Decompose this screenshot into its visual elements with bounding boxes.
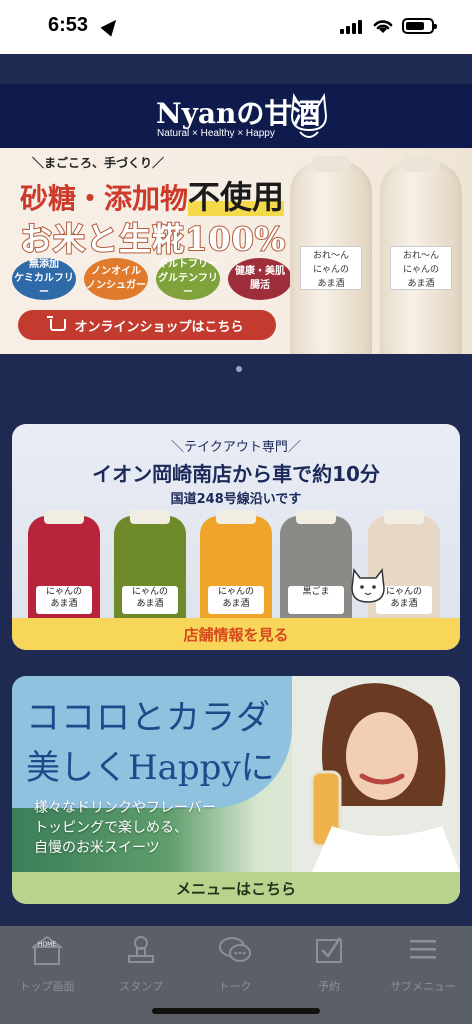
store-info-button[interactable]: 店舗情報を見る <box>12 618 460 650</box>
badge-guilt-free: ギルトフリー グルテンフリー <box>156 258 220 300</box>
tab-label-top: トップ画面 <box>19 980 75 993</box>
menu-description: 様々なドリンクやフレーバー トッピングで楽しめる、 自慢のお米スイーツ <box>34 800 216 856</box>
menu-card[interactable]: ココロとカラダ 美しくHappyに 様々なドリンクやフレーバー トッピングで楽し… <box>12 676 460 904</box>
tab-label-submenu: サブメニュー <box>390 980 456 993</box>
takeout-subtitle: 国道248号線沿いです <box>170 492 302 507</box>
bottle-label: おれ〜ん にゃんの あま酒 <box>300 246 362 290</box>
hamburger-icon <box>410 940 436 959</box>
jar-image-black-sesame: 黒ごま <box>280 510 352 634</box>
tab-label-stamp: スタンプ <box>119 980 163 993</box>
hero-subheadline: お米と生糀100% <box>19 219 287 259</box>
badge-healthy: 健康・美肌 腸活 <box>228 258 292 300</box>
jar-label: にゃんの あま酒 <box>208 586 264 614</box>
calendar-check-icon <box>316 937 342 963</box>
chat-icon <box>219 937 251 962</box>
hero-headline-red: 砂糖・添加物 <box>20 182 189 215</box>
wifi-icon <box>373 20 393 33</box>
jar-label: にゃんの あま酒 <box>36 586 92 614</box>
stamp-icon <box>128 936 154 963</box>
logo-subtitle: Natural × Healthy × Happy <box>157 128 275 139</box>
online-shop-button[interactable]: オンラインショップはこちら <box>18 310 276 340</box>
woman-drinking-photo <box>292 676 460 872</box>
tab-submenu[interactable]: サブメニュー <box>376 934 470 1000</box>
status-time: 6:53 <box>48 14 89 36</box>
header-logo-band: Nyanの甘酒 Natural × Healthy × Happy <box>0 84 472 148</box>
location-arrow-icon <box>100 15 122 37</box>
hero-banner[interactable]: ＼まごころ、手づくり／ 砂糖・添加物不使用 お米と生糀100% 無添加 ケミカル… <box>0 148 472 354</box>
hero-badges: 無添加 ケミカルフリー ノンオイル ノンシュガー ギルトフリー グルテンフリー … <box>12 258 292 300</box>
cart-icon <box>47 316 67 331</box>
amazake-bottle-image: おれ〜ん にゃんの あま酒 <box>380 156 462 354</box>
jar-label: 黒ごま <box>288 586 344 614</box>
tab-label-talk: トーク <box>218 980 252 993</box>
bottle-label: おれ〜ん にゃんの あま酒 <box>390 246 452 290</box>
jar-image-berry: にゃんの あま酒 <box>28 510 100 634</box>
takeout-label: ＼テイクアウト専門／ <box>171 440 301 455</box>
takeout-store-card[interactable]: ＼テイクアウト専門／ イオン岡崎南店から車で約10分 国道248号線沿いです に… <box>12 424 460 650</box>
cat-logo-icon <box>290 92 328 138</box>
status-bar: 6:53 <box>0 0 472 54</box>
tab-label-reservation: 予約 <box>318 980 340 993</box>
tab-stamp[interactable]: スタンプ <box>94 934 188 1000</box>
home-icon-text: HOME <box>38 941 56 948</box>
cellular-signal-icon <box>340 20 366 34</box>
jar-label: にゃんの あま酒 <box>122 586 178 614</box>
online-shop-button-label: オンラインショップはこちら <box>74 319 244 335</box>
jar-image-orange: にゃんの あま酒 <box>200 510 272 634</box>
battery-icon <box>402 18 437 34</box>
carousel-page-indicator[interactable] <box>236 366 242 372</box>
badge-non-oil: ノンオイル ノンシュガー <box>84 258 148 300</box>
takeout-title: イオン岡崎南店から車で約10分 <box>92 462 380 486</box>
badge-chemical-free: 無添加 ケミカルフリー <box>12 258 76 300</box>
jar-image-matcha: にゃんの あま酒 <box>114 510 186 634</box>
home-icon: HOME <box>31 935 63 965</box>
hero-tagline: ＼まごころ、手づくり／ <box>32 156 165 170</box>
menu-headline-2: 美しくHappyに <box>26 748 275 788</box>
tab-talk[interactable]: トーク <box>188 934 282 1000</box>
menu-button[interactable]: メニューはこちら <box>12 872 460 904</box>
menu-headline-1: ココロとカラダ <box>26 698 271 738</box>
cat-mascot-icon <box>351 568 385 603</box>
tab-reservation[interactable]: 予約 <box>282 934 376 1000</box>
hero-headline-highlight: 不使用 <box>188 178 285 216</box>
hero-headline: 砂糖・添加物不使用 <box>20 172 285 218</box>
amazake-bottle-image: おれ〜ん にゃんの あま酒 <box>290 156 372 354</box>
tab-top[interactable]: HOME トップ画面 <box>0 934 94 1000</box>
home-indicator <box>152 1008 320 1014</box>
